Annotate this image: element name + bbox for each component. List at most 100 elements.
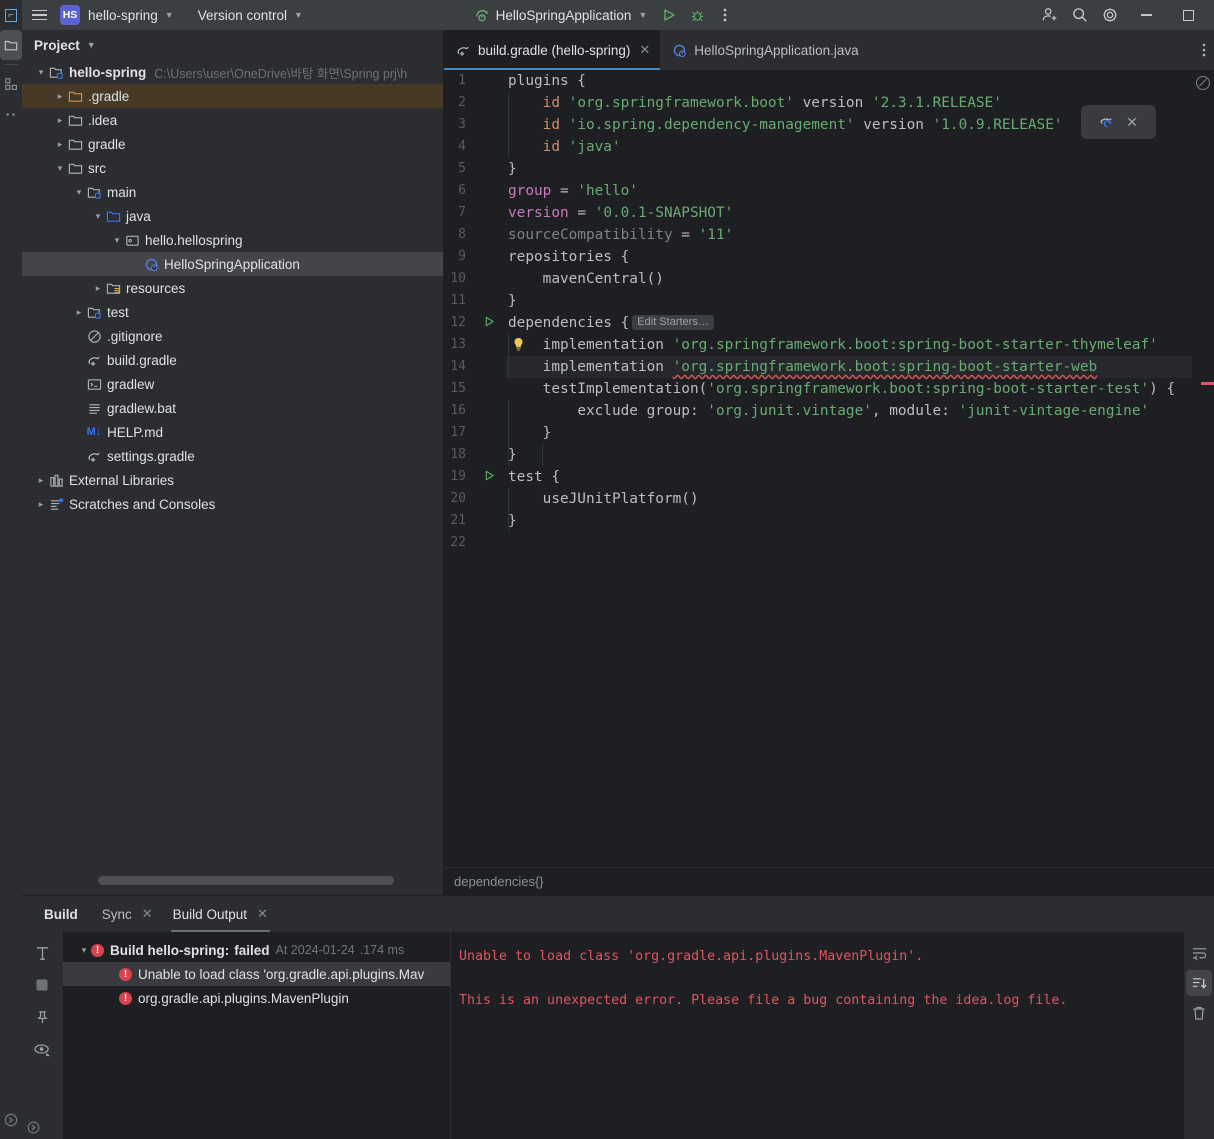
close-icon[interactable]: ✕	[1126, 114, 1138, 131]
chevron-down-icon[interactable]: ▾	[91, 211, 105, 222]
gradle-file-icon	[86, 449, 102, 464]
tree-node-test[interactable]: ▸ test	[22, 300, 443, 324]
tree-node-external-libraries[interactable]: ▸ External Libraries	[22, 468, 443, 492]
tree-node-hellospringapplication[interactable]: HelloSpringApplication	[22, 252, 443, 276]
code-line-14-val: 'org.springframework.boot:spring-boot-st…	[672, 359, 1098, 375]
more-actions-button[interactable]	[711, 2, 739, 28]
project-folder-icon[interactable]	[0, 30, 22, 60]
chevron-down-icon[interactable]: ▼	[294, 10, 303, 20]
chevron-right-icon[interactable]: ▸	[91, 283, 105, 294]
editor-tab-build-gradle[interactable]: build.gradle (hello-spring) ✕	[444, 30, 661, 70]
tree-node-gitignore[interactable]: .gitignore	[22, 324, 443, 348]
tree-node-build-gradle[interactable]: build.gradle	[22, 348, 443, 372]
tree-node-gradle[interactable]: ▸ .gradle	[22, 84, 443, 108]
ide-window: ⌐ HS hello-spring ▼ Version control ▼ He…	[0, 0, 1214, 1139]
chevron-down-icon[interactable]: ▾	[34, 67, 48, 78]
gradle-reload-popup[interactable]: ✕	[1081, 105, 1156, 139]
tree-node-resources[interactable]: ▸ resources	[22, 276, 443, 300]
debug-button[interactable]	[683, 2, 711, 28]
gradle-reload-icon[interactable]	[1099, 114, 1116, 131]
build-console-output[interactable]: Unable to load class 'org.gradle.api.plu…	[450, 932, 1184, 1139]
project-tree: ▾ hello-spring C:\Users\user\OneDrive\바탕 화…	[22, 60, 443, 516]
build-hammer-icon[interactable]	[29, 940, 55, 966]
chevron-right-icon[interactable]: ▸	[72, 307, 86, 318]
structure-icon[interactable]	[0, 69, 22, 99]
window-corner-icon[interactable]: ⌐	[0, 0, 22, 30]
project-panel-header[interactable]: Project ▼	[22, 30, 443, 60]
more-tool-windows-icon[interactable]	[0, 99, 22, 129]
run-configuration-selector[interactable]: HelloSpringApplication ▼	[475, 8, 647, 23]
tree-node-hello-spring[interactable]: ▾ hello-spring C:\Users\user\OneDrive\바탕 화…	[22, 60, 443, 84]
tab-sync[interactable]: Sync ✕	[92, 896, 163, 932]
gutter-run-icon[interactable]	[482, 312, 496, 334]
tree-node-gradlew-bat[interactable]: gradlew.bat	[22, 396, 443, 420]
chevron-down-icon[interactable]: ▾	[110, 235, 124, 246]
build-tree-row[interactable]: ! org.gradle.api.plugins.MavenPlugin	[63, 986, 450, 1010]
error-marker-bar[interactable]	[1192, 70, 1214, 895]
inspections-off-icon[interactable]	[1196, 76, 1210, 90]
expand-corner-icon[interactable]	[24, 1118, 42, 1136]
build-tree-row[interactable]: ▾! Build hello-spring: failed At 2024-01-24…	[63, 938, 450, 962]
tree-node-settings-gradle[interactable]: settings.gradle	[22, 444, 443, 468]
tree-node-gradlew[interactable]: gradlew	[22, 372, 443, 396]
line-number: 10	[450, 271, 466, 286]
editor-gutter[interactable]: 1 2 3 4 5 6 7 8 9 10 11 12 13 14 15 16 17 18 19 20 21 22	[444, 70, 523, 895]
chevron-down-icon[interactable]: ▼	[87, 40, 96, 50]
tree-node-hello-hellospring[interactable]: ▾ hello.hellospring	[22, 228, 443, 252]
scroll-to-end-icon[interactable]	[1186, 970, 1212, 996]
gear-icon[interactable]	[1096, 2, 1124, 28]
main-menu-icon[interactable]	[22, 0, 56, 30]
project-name-label[interactable]: hello-spring	[88, 8, 158, 23]
build-result-tree[interactable]: ▾! Build hello-spring: failed At 2024-01-24…	[62, 932, 450, 1139]
build-status-label: failed	[234, 942, 270, 958]
tree-node-main[interactable]: ▾ main	[22, 180, 443, 204]
terminal-expand-icon[interactable]	[0, 1105, 22, 1135]
version-control-label[interactable]: Version control	[198, 8, 287, 23]
editor-tab-hellospringapplication-java[interactable]: HelloSpringApplication.java	[660, 30, 868, 70]
tree-node-java[interactable]: ▾ java	[22, 204, 443, 228]
chevron-down-icon[interactable]: ▾	[72, 187, 86, 198]
build-tree-row[interactable]: ! Unable to load class 'org.gradle.api.pl…	[63, 962, 450, 986]
chevron-right-icon[interactable]: ▸	[53, 91, 67, 102]
code-line-2-version: version	[802, 95, 864, 111]
chevron-right-icon[interactable]: ▸	[53, 139, 67, 150]
more-vertical-icon[interactable]	[1202, 30, 1206, 70]
chevron-down-icon[interactable]: ▼	[165, 10, 174, 20]
gutter-run-icon[interactable]	[482, 466, 496, 488]
tab-build-output[interactable]: Build Output ✕	[163, 896, 278, 932]
tree-node-src[interactable]: ▾ src	[22, 156, 443, 180]
minimize-icon[interactable]	[1126, 0, 1166, 30]
run-button[interactable]	[655, 2, 683, 28]
soft-wrap-icon[interactable]	[1186, 940, 1212, 966]
breadcrumb[interactable]: dependencies{}	[444, 867, 1214, 895]
tree-node-label: settings.gradle	[107, 448, 195, 464]
tree-node-help-md[interactable]: M↓ HELP.md	[22, 420, 443, 444]
search-icon[interactable]	[1066, 2, 1094, 28]
code-line-13-key: implementation	[542, 337, 664, 353]
chevron-right-icon[interactable]: ▸	[53, 115, 67, 126]
stop-icon[interactable]	[29, 972, 55, 998]
tree-node-scratches-and-consoles[interactable]: ▸ Scratches and Consoles	[22, 492, 443, 516]
chevron-right-icon[interactable]: ▸	[34, 499, 48, 510]
code-line-4-str: 'java'	[568, 139, 621, 155]
chevron-down-icon[interactable]: ▾	[77, 945, 91, 956]
horizontal-scrollbar[interactable]	[98, 876, 394, 885]
trash-icon[interactable]	[1186, 1000, 1212, 1026]
chevron-down-icon[interactable]: ▾	[53, 163, 67, 174]
close-icon[interactable]: ✕	[639, 42, 650, 58]
edit-starters-inlay-hint[interactable]: Edit Starters…	[632, 315, 714, 330]
code-line-16-val2: 'junit-vintage-engine'	[958, 403, 1150, 419]
pin-icon[interactable]	[29, 1004, 55, 1030]
tree-node-gradle[interactable]: ▸ gradle	[22, 132, 443, 156]
project-badge[interactable]: HS	[60, 5, 80, 25]
error-marker[interactable]	[1201, 382, 1214, 385]
maximize-icon[interactable]	[1168, 0, 1208, 30]
chevron-right-icon[interactable]: ▸	[34, 475, 48, 486]
close-icon[interactable]: ✕	[257, 906, 268, 922]
tree-node-idea[interactable]: ▸ .idea	[22, 108, 443, 132]
code-content[interactable]: plugins { id 'org.springframework.boot' …	[506, 70, 1214, 895]
add-user-icon[interactable]	[1036, 2, 1064, 28]
code-editor[interactable]: 1 2 3 4 5 6 7 8 9 10 11 12 13 14 15 16 17 18 19 20 21 22 plug…	[444, 70, 1214, 895]
close-icon[interactable]: ✕	[142, 906, 153, 922]
eye-filter-icon[interactable]	[29, 1036, 55, 1062]
